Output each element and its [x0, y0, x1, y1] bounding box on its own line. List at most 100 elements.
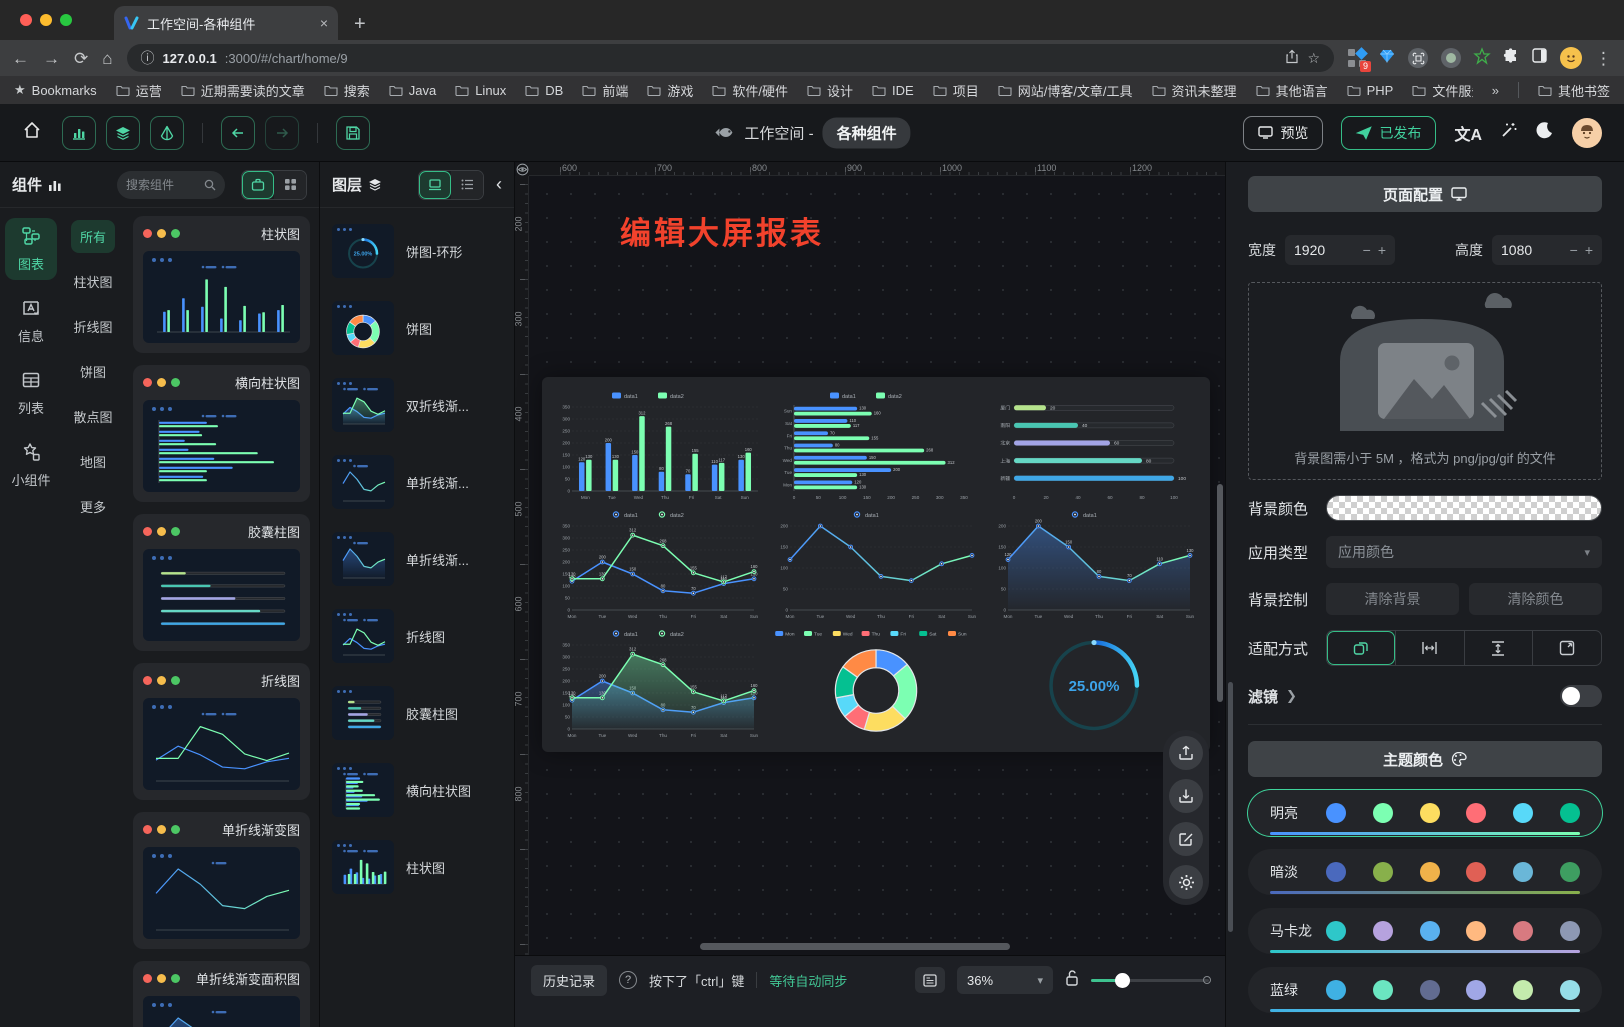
bookmark-item[interactable]: 网站/博客/文章/工具 — [998, 81, 1133, 100]
chart-tool-button[interactable] — [62, 116, 96, 150]
layer-item[interactable]: 单折线渐... — [332, 455, 502, 509]
bookmark-item[interactable]: 搜索 — [324, 81, 370, 100]
app-type-select[interactable]: 应用颜色 ▾ — [1326, 536, 1602, 568]
category-item[interactable]: 折线图 — [65, 310, 122, 343]
user-avatar[interactable] — [1572, 118, 1602, 148]
bookmark-item[interactable]: 文件服务器 — [1412, 81, 1472, 100]
sidebar-item-table[interactable]: 列表 — [5, 362, 57, 424]
layer-item[interactable]: 胶囊柱图 — [332, 686, 502, 740]
component-search[interactable] — [117, 171, 225, 199]
component-card[interactable]: 胶囊柱图 — [133, 514, 310, 651]
zoom-select[interactable]: 36%▾ — [957, 966, 1053, 994]
bookmark-star-icon[interactable]: ☆ — [1307, 50, 1320, 67]
canvas-chart-capsule[interactable]: 厦门20南阳40北京60上海80新疆100020406080100 — [986, 387, 1202, 504]
bookmark-item[interactable]: Java — [389, 83, 436, 98]
theme-row-蓝绿[interactable]: 蓝绿 — [1248, 967, 1602, 1013]
preview-button[interactable]: 预览 — [1243, 116, 1323, 150]
canvas-vertical-scrollbar[interactable] — [1217, 484, 1223, 702]
layer-item[interactable]: 25.00%饼图-环形 — [332, 224, 502, 278]
canvas-chart-ring[interactable]: 25.00% — [986, 625, 1202, 742]
increase-height-button[interactable]: + — [1585, 242, 1593, 258]
slider-handle[interactable] — [1115, 973, 1130, 988]
layer-list-view-button[interactable] — [451, 171, 483, 199]
layers-tool-button[interactable] — [106, 116, 140, 150]
notes-panel-button[interactable] — [915, 967, 945, 993]
redo-button[interactable] — [265, 116, 299, 150]
bookmark-item[interactable]: 前端 — [582, 81, 628, 100]
component-card[interactable]: 柱状图 — [133, 216, 310, 353]
bookmark-item[interactable]: IDE — [872, 83, 914, 98]
layer-item[interactable]: 横向柱状图 — [332, 763, 502, 817]
app-home-button[interactable] — [22, 120, 42, 145]
bg-color-swatch[interactable] — [1326, 495, 1602, 521]
browser-tab[interactable]: 工作空间-各种组件 × — [114, 6, 338, 40]
close-tab-icon[interactable]: × — [320, 15, 328, 31]
canvas-chart-line1area[interactable]: data10501001502001202001508070110130MonT… — [986, 506, 1202, 623]
fit-width-button[interactable] — [1395, 631, 1464, 665]
bookmark-item[interactable]: DB — [525, 83, 563, 98]
dark-mode-moon-icon[interactable] — [1536, 121, 1554, 144]
language-icon[interactable]: 文A — [1454, 121, 1482, 145]
theme-row-马卡龙[interactable]: 马卡龙 — [1248, 908, 1602, 954]
panel-scrollbar[interactable] — [1228, 682, 1233, 932]
close-window-button[interactable] — [20, 14, 32, 26]
filter-toggle[interactable] — [1560, 685, 1602, 707]
component-card[interactable]: 折线图 — [133, 663, 310, 800]
category-item[interactable]: 饼图 — [71, 355, 115, 388]
fit-scale-button[interactable] — [1327, 631, 1395, 665]
collapse-panel-button[interactable]: ‹ — [496, 174, 502, 195]
side-panel-icon[interactable] — [1532, 48, 1547, 68]
bookmark-item[interactable]: 近期需要读的文章 — [181, 81, 305, 100]
layer-thumb-view-button[interactable] — [419, 171, 451, 199]
bookmark-item[interactable]: Linux — [455, 83, 506, 98]
forward-button[interactable]: → — [43, 50, 60, 67]
width-input[interactable]: 1920 − + — [1285, 235, 1395, 265]
theme-row-暗淡[interactable]: 暗淡 — [1248, 849, 1602, 895]
increase-width-button[interactable]: + — [1378, 242, 1386, 258]
layer-item[interactable]: 折线图 — [332, 609, 502, 663]
bookmark-item[interactable]: 游戏 — [647, 81, 693, 100]
category-item[interactable]: 散点图 — [65, 400, 122, 433]
minimize-window-button[interactable] — [40, 14, 52, 26]
layer-item[interactable]: 单折线渐... — [332, 532, 502, 586]
save-button[interactable] — [336, 116, 370, 150]
settings-gear-button[interactable] — [1169, 865, 1203, 899]
reload-button[interactable]: ⟳ — [74, 50, 88, 67]
chevron-right-icon[interactable]: ❯ — [1286, 688, 1297, 704]
component-card[interactable]: 单折线渐变图 — [133, 812, 310, 949]
canvas-chart-donut[interactable]: MonTueWedThuFriSatSun — [768, 625, 984, 742]
clear-color-button[interactable]: 清除颜色 — [1469, 583, 1602, 615]
canvas-chart-line2[interactable]: data1data2050100150200250300350120200150… — [550, 506, 766, 623]
other-bookmarks[interactable]: 其他书签 — [1538, 81, 1610, 100]
edit-button[interactable] — [1169, 822, 1203, 856]
sidebar-item-chart[interactable]: 图表 — [5, 218, 57, 280]
canvas-chart-line2area[interactable]: data1data2050100150200250300350120200150… — [550, 625, 766, 742]
layer-item[interactable]: 柱状图 — [332, 840, 502, 894]
import-button[interactable] — [1169, 779, 1203, 813]
back-button[interactable]: ← — [12, 50, 29, 67]
ruler-eye-icon[interactable] — [516, 163, 529, 176]
page-config-header[interactable]: 页面配置 — [1248, 176, 1602, 212]
home-button[interactable]: ⌂ — [102, 50, 112, 67]
canvas-chart-line1[interactable]: data1050100150200MonTueWedThuFriSatSun — [768, 506, 984, 623]
category-item[interactable]: 柱状图 — [65, 265, 122, 298]
sidebar-item-widget[interactable]: 小组件 — [5, 434, 57, 496]
help-icon[interactable]: ? — [619, 971, 637, 989]
bookmark-item[interactable]: 资讯未整理 — [1152, 81, 1237, 100]
category-item[interactable]: 地图 — [71, 445, 115, 478]
canvas-text-title[interactable]: 编辑大屏报表 — [620, 208, 824, 253]
fit-stretch-button[interactable] — [1532, 631, 1601, 665]
component-card[interactable]: 单折线渐变面积图 — [133, 961, 310, 1027]
url-bar[interactable]: ⓘ 127.0.0.1 :3000/#/chart/home/9 ☆ — [127, 44, 1334, 72]
bookmark-item[interactable]: 运营 — [116, 81, 162, 100]
publish-button[interactable]: 已发布 — [1341, 116, 1436, 150]
canvas[interactable]: 6007008009001000110012001300 20030040050… — [515, 162, 1225, 955]
history-button[interactable]: 历史记录 — [531, 965, 607, 996]
layer-item[interactable]: 双折线渐... — [332, 378, 502, 432]
filter-tool-button[interactable] — [150, 116, 184, 150]
magic-wand-icon[interactable] — [1500, 121, 1518, 144]
extension-gem-icon[interactable] — [1379, 48, 1395, 69]
undo-button[interactable] — [221, 116, 255, 150]
extension-dot-icon[interactable] — [1441, 48, 1461, 68]
single-view-button[interactable] — [242, 171, 274, 199]
